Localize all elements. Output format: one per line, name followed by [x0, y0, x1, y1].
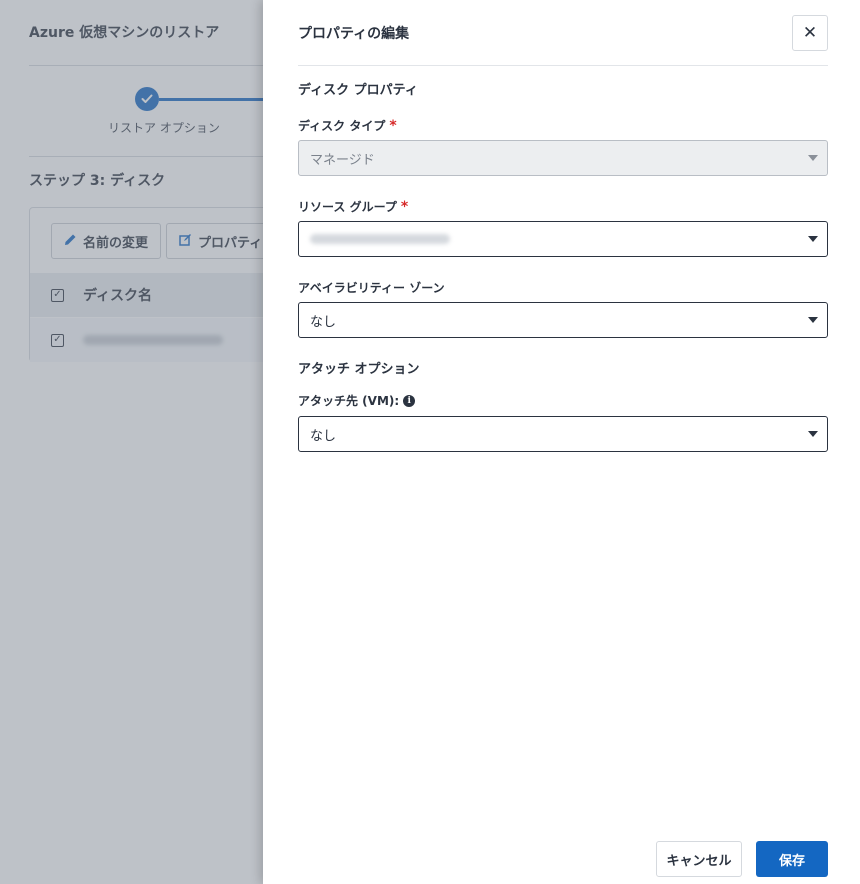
disk-type-label: ディスク タイプ * [298, 117, 397, 134]
resource-group-label: リソース グループ * [298, 198, 408, 215]
resource-group-select[interactable] [298, 221, 828, 257]
required-marker: * [400, 198, 409, 215]
availability-zone-select[interactable]: なし [298, 302, 828, 338]
disk-type-select: マネージド [298, 140, 828, 176]
attach-options-heading: アタッチ オプション [298, 362, 420, 377]
divider [298, 65, 828, 66]
attach-to-label: アタッチ先 (VM): i [298, 392, 416, 409]
edit-properties-drawer: プロパティの編集 ✕ ディスク プロパティ ディスク タイプ * マネージド リ… [263, 0, 860, 884]
availability-zone-label-text: アベイラビリティー ゾーン [298, 281, 445, 295]
disk-properties-heading: ディスク プロパティ [298, 83, 418, 98]
attach-to-label-text: アタッチ先 (VM): [298, 394, 400, 408]
drawer-title: プロパティの編集 [298, 26, 410, 42]
chevron-down-icon [808, 431, 818, 437]
info-icon[interactable]: i [403, 394, 416, 407]
resource-group-label-text: リソース グループ [298, 200, 397, 214]
disk-type-value: マネージド [310, 152, 375, 168]
availability-zone-label: アベイラビリティー ゾーン [298, 279, 445, 296]
attach-to-value: なし [310, 428, 337, 444]
redacted-resource-group-value [310, 234, 450, 244]
chevron-down-icon [808, 155, 818, 161]
chevron-down-icon [808, 317, 818, 323]
close-button[interactable]: ✕ [792, 15, 828, 51]
save-button[interactable]: 保存 [756, 841, 828, 877]
disk-type-label-text: ディスク タイプ [298, 119, 386, 133]
close-icon: ✕ [802, 23, 818, 43]
availability-zone-value: なし [310, 314, 337, 330]
chevron-down-icon [808, 236, 818, 242]
attach-to-select[interactable]: なし [298, 416, 828, 452]
required-marker: * [389, 117, 397, 134]
cancel-button[interactable]: キャンセル [656, 841, 742, 877]
